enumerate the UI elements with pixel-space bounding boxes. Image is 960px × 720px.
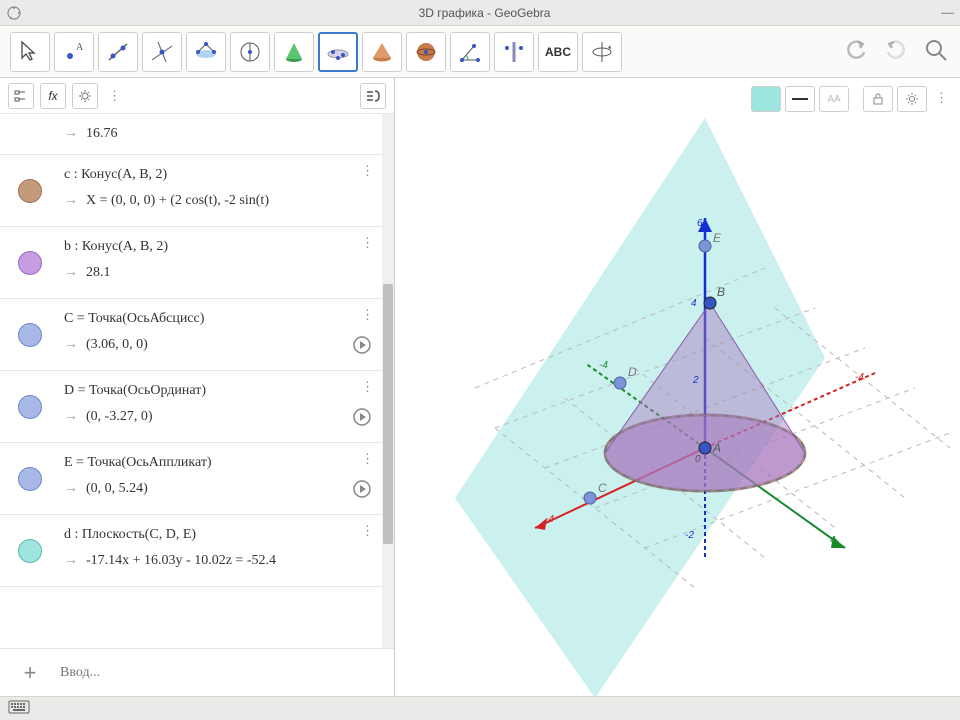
svg-text:4: 4 [691,298,697,309]
graphics3d-scene[interactable]: A B C D E 6 4 2 -2 -4 4 -4 -4 0 [395,78,960,696]
tool-text[interactable]: ABC [538,32,578,72]
algebra-panel: fx ⋮ →16.76 ⋮ c : Ко [0,78,395,696]
svg-text:-4: -4 [855,372,864,383]
svg-text:-4: -4 [545,514,554,525]
algebra-sort-button[interactable] [360,83,386,109]
svg-text:C: C [598,481,607,495]
row-more-icon[interactable]: ⋮ [361,379,374,395]
tool-perpendicular[interactable] [142,32,182,72]
graphics3d-view[interactable]: AA ⋮ [395,78,960,696]
play-icon[interactable] [352,335,372,358]
algebra-row[interactable]: ⋮ E = Точка(ОсьАппликат) →(0, 0, 5.24) [0,443,382,515]
algebra-value: 16.76 [86,126,118,142]
algebra-row[interactable]: ⋮ d : Плоскость(C, D, E) →-17.14x + 16.0… [0,515,382,587]
main-toolbar: A ABC [0,26,960,78]
row-more-icon[interactable]: ⋮ [361,307,374,323]
algebra-more-icon[interactable]: ⋮ [108,88,121,104]
undo-button[interactable] [842,36,870,67]
visibility-dot[interactable] [18,395,42,419]
point-B[interactable] [704,297,716,309]
add-object-button[interactable]: + [0,660,60,686]
algebra-value: 28.1 [86,265,111,281]
bottom-bar [0,696,960,720]
algebra-definition: c : Конус(A, B, 2) [64,167,374,183]
keyboard-icon[interactable] [8,700,30,717]
svg-text:A: A [712,441,721,455]
algebra-row[interactable]: ⋮ C = Точка(ОсьАбсцисс) →(3.06, 0, 0) [0,299,382,371]
algebra-value: -17.14x + 16.03y - 10.02z = -52.4 [86,553,276,569]
visibility-dot[interactable] [18,179,42,203]
algebra-row[interactable]: ⋮ c : Конус(A, B, 2) →X = (0, 0, 0) + (2… [0,155,382,227]
tool-point[interactable]: A [54,32,94,72]
algebra-row[interactable]: ⋮ b : Конус(A, B, 2) →28.1 [0,227,382,299]
svg-text:A: A [76,42,84,53]
svg-text:2: 2 [692,375,699,386]
tool-angle[interactable] [450,32,490,72]
search-button[interactable] [922,36,950,67]
svg-text:E: E [713,231,722,245]
tool-reflection[interactable] [494,32,534,72]
svg-text:-4: -4 [599,360,608,371]
algebra-definition: C = Точка(ОсьАбсцисс) [64,311,374,327]
algebra-fx-button[interactable]: fx [40,83,66,109]
algebra-definition: d : Плоскость(C, D, E) [64,527,374,543]
algebra-input-row: + [0,648,394,696]
algebra-input[interactable] [60,665,394,681]
tool-polygon[interactable] [186,32,226,72]
play-icon[interactable] [352,479,372,502]
svg-text:-2: -2 [685,530,694,541]
algebra-value: (0, -3.27, 0) [86,409,153,425]
play-icon[interactable] [352,407,372,430]
algebra-settings-button[interactable] [72,83,98,109]
row-more-icon[interactable]: ⋮ [361,451,374,467]
visibility-dot[interactable] [18,251,42,275]
algebra-definition: E = Точка(ОсьАппликат) [64,455,374,471]
algebra-scrollbar[interactable] [382,114,394,648]
algebra-list[interactable]: →16.76 ⋮ c : Конус(A, B, 2) →X = (0, 0, … [0,114,382,648]
algebra-row[interactable]: →16.76 [0,114,382,155]
window-title: 3D графика - GeoGebra [419,6,551,20]
tool-pointer[interactable] [10,32,50,72]
visibility-dot[interactable] [18,539,42,563]
tool-cone[interactable] [274,32,314,72]
algebra-tree-button[interactable] [8,83,34,109]
svg-text:4: 4 [830,535,836,546]
svg-text:D: D [628,365,637,379]
row-more-icon[interactable]: ⋮ [361,163,374,179]
algebra-value: X = (0, 0, 0) + (2 cos(t), -2 sin(t) [86,193,269,209]
point-C[interactable] [584,492,596,504]
visibility-dot[interactable] [18,467,42,491]
algebra-value: (0, 0, 5.24) [86,481,148,497]
row-more-icon[interactable]: ⋮ [361,235,374,251]
row-more-icon[interactable]: ⋮ [361,523,374,539]
minimize-button[interactable]: — [941,5,954,20]
algebra-value: (3.06, 0, 0) [86,337,148,353]
svg-text:6: 6 [697,218,703,229]
tool-sphere-point[interactable] [318,32,358,72]
titlebar: 3D графика - GeoGebra — [0,0,960,26]
tool-circle[interactable] [230,32,270,72]
algebra-toolbar: fx ⋮ [0,78,394,114]
point-A[interactable] [699,442,711,454]
tool-sphere[interactable] [406,32,446,72]
tool-rotate-view[interactable] [582,32,622,72]
point-D[interactable] [614,377,626,389]
redo-button[interactable] [882,36,910,67]
tool-pyramid[interactable] [362,32,402,72]
algebra-definition: D = Точка(ОсьОрдинат) [64,383,374,399]
svg-text:B: B [717,285,725,299]
app-icon [6,5,22,21]
svg-text:0: 0 [695,454,701,465]
point-E[interactable] [699,240,711,252]
tool-line[interactable] [98,32,138,72]
algebra-row[interactable]: ⋮ D = Точка(ОсьОрдинат) →(0, -3.27, 0) [0,371,382,443]
visibility-dot[interactable] [18,323,42,347]
algebra-definition: b : Конус(A, B, 2) [64,239,374,255]
